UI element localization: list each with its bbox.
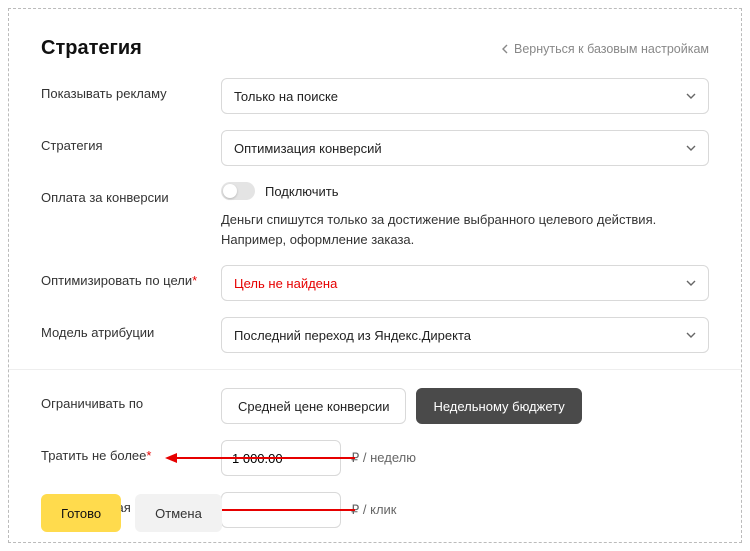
chevron-down-icon <box>686 145 696 151</box>
limit-by-weekly-budget-option[interactable]: Недельному бюджету <box>416 388 581 424</box>
page-title: Стратегия <box>41 37 142 60</box>
footer: Готово Отмена <box>41 494 222 532</box>
spend-max-unit: ₽ / неделю <box>351 450 416 466</box>
show-ads-label: Показывать рекламу <box>41 78 221 101</box>
chevron-left-icon <box>502 44 508 54</box>
pay-per-conversion-toggle-label: Подключить <box>265 184 339 199</box>
strategy-label: Стратегия <box>41 130 221 153</box>
chevron-down-icon <box>686 332 696 338</box>
attribution-label: Модель атрибуции <box>41 317 221 340</box>
attribution-value: Последний переход из Яндекс.Директа <box>234 328 471 343</box>
done-button[interactable]: Готово <box>41 494 121 532</box>
chevron-down-icon <box>686 280 696 286</box>
optimize-goal-select[interactable]: Цель не найдена <box>221 265 709 301</box>
strategy-value: Оптимизация конверсий <box>234 141 382 156</box>
limit-by-avg-price-option[interactable]: Средней цене конверсии <box>221 388 406 424</box>
strategy-select[interactable]: Оптимизация конверсий <box>221 130 709 166</box>
show-ads-select[interactable]: Только на поиске <box>221 78 709 114</box>
limit-by-label: Ограничивать по <box>41 388 221 411</box>
back-to-basic-settings-link[interactable]: Вернуться к базовым настройкам <box>502 42 709 56</box>
header: Стратегия Вернуться к базовым настройкам <box>41 37 709 60</box>
divider <box>9 369 741 370</box>
chevron-down-icon <box>686 93 696 99</box>
cancel-button[interactable]: Отмена <box>135 494 222 532</box>
max-price-unit: ₽ / клик <box>351 502 396 518</box>
optimize-goal-value: Цель не найдена <box>234 276 337 291</box>
attribution-select[interactable]: Последний переход из Яндекс.Директа <box>221 317 709 353</box>
pay-per-conversion-toggle[interactable] <box>221 182 255 200</box>
back-link-label: Вернуться к базовым настройкам <box>514 42 709 56</box>
optimize-goal-label: Оптимизировать по цели* <box>41 265 221 288</box>
pay-per-conversion-description: Деньги спишутся только за достижение выб… <box>221 210 709 249</box>
show-ads-value: Только на поиске <box>234 89 338 104</box>
annotation-arrow-icon <box>165 452 355 464</box>
pay-per-conversion-label: Оплата за конверсии <box>41 182 221 205</box>
